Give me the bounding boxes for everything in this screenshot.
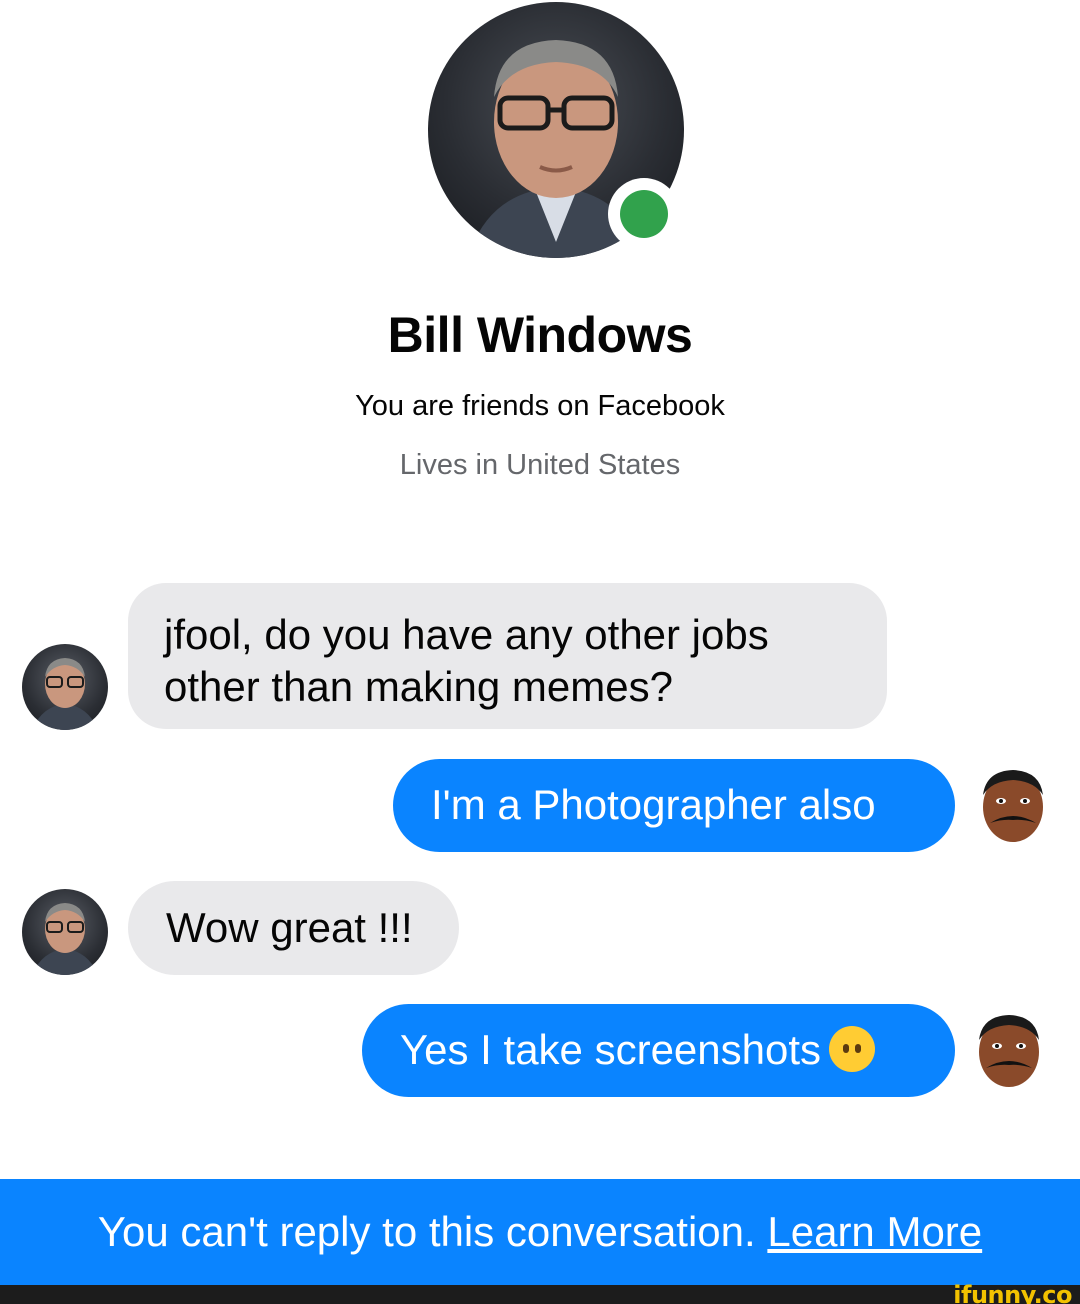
- avatar-portrait: [32, 903, 98, 975]
- message-line: Yes I take screenshots: [400, 1024, 955, 1076]
- cannot-reply-banner: You can't reply to this conversation. Le…: [0, 1179, 1080, 1285]
- profile-name[interactable]: Bill Windows: [0, 306, 1080, 364]
- message-text: jfool, do you have any other jobs: [164, 611, 769, 658]
- watermark-logo: ifunny.co: [953, 1281, 1072, 1304]
- sender-avatar[interactable]: [22, 889, 108, 975]
- cannot-reply-text: You can't reply to this conversation.: [97, 1208, 756, 1255]
- avatar-face: [979, 1015, 1039, 1087]
- sender-avatar[interactable]: [22, 644, 108, 730]
- avatar-face: [983, 770, 1043, 842]
- message-bubble-outgoing[interactable]: Yes I take screenshots: [362, 1004, 955, 1097]
- neutral-face-emoji-icon: [829, 1025, 876, 1072]
- message-text: other than making memes?: [164, 663, 673, 710]
- message-bubble-incoming[interactable]: Wow great !!!: [128, 881, 459, 975]
- location-text: Lives in United States: [399, 449, 681, 481]
- my-avatar[interactable]: [974, 765, 1052, 843]
- friends-status-text: You are friends on Facebook: [355, 390, 725, 422]
- message-text: I'm a Photographer also: [431, 781, 876, 828]
- message-bubble-outgoing[interactable]: I'm a Photographer also: [393, 759, 955, 852]
- message-text: Wow great !!!: [166, 904, 413, 951]
- bottom-strip: [0, 1285, 1080, 1304]
- learn-more-link[interactable]: Learn More: [767, 1208, 982, 1255]
- online-status-indicator: [608, 178, 680, 250]
- my-avatar[interactable]: [970, 1010, 1048, 1088]
- message-bubble-incoming[interactable]: jfool, do you have any other jobs other …: [128, 583, 887, 729]
- avatar-portrait: [32, 658, 98, 730]
- message-text: Yes I take screenshots: [400, 1026, 822, 1073]
